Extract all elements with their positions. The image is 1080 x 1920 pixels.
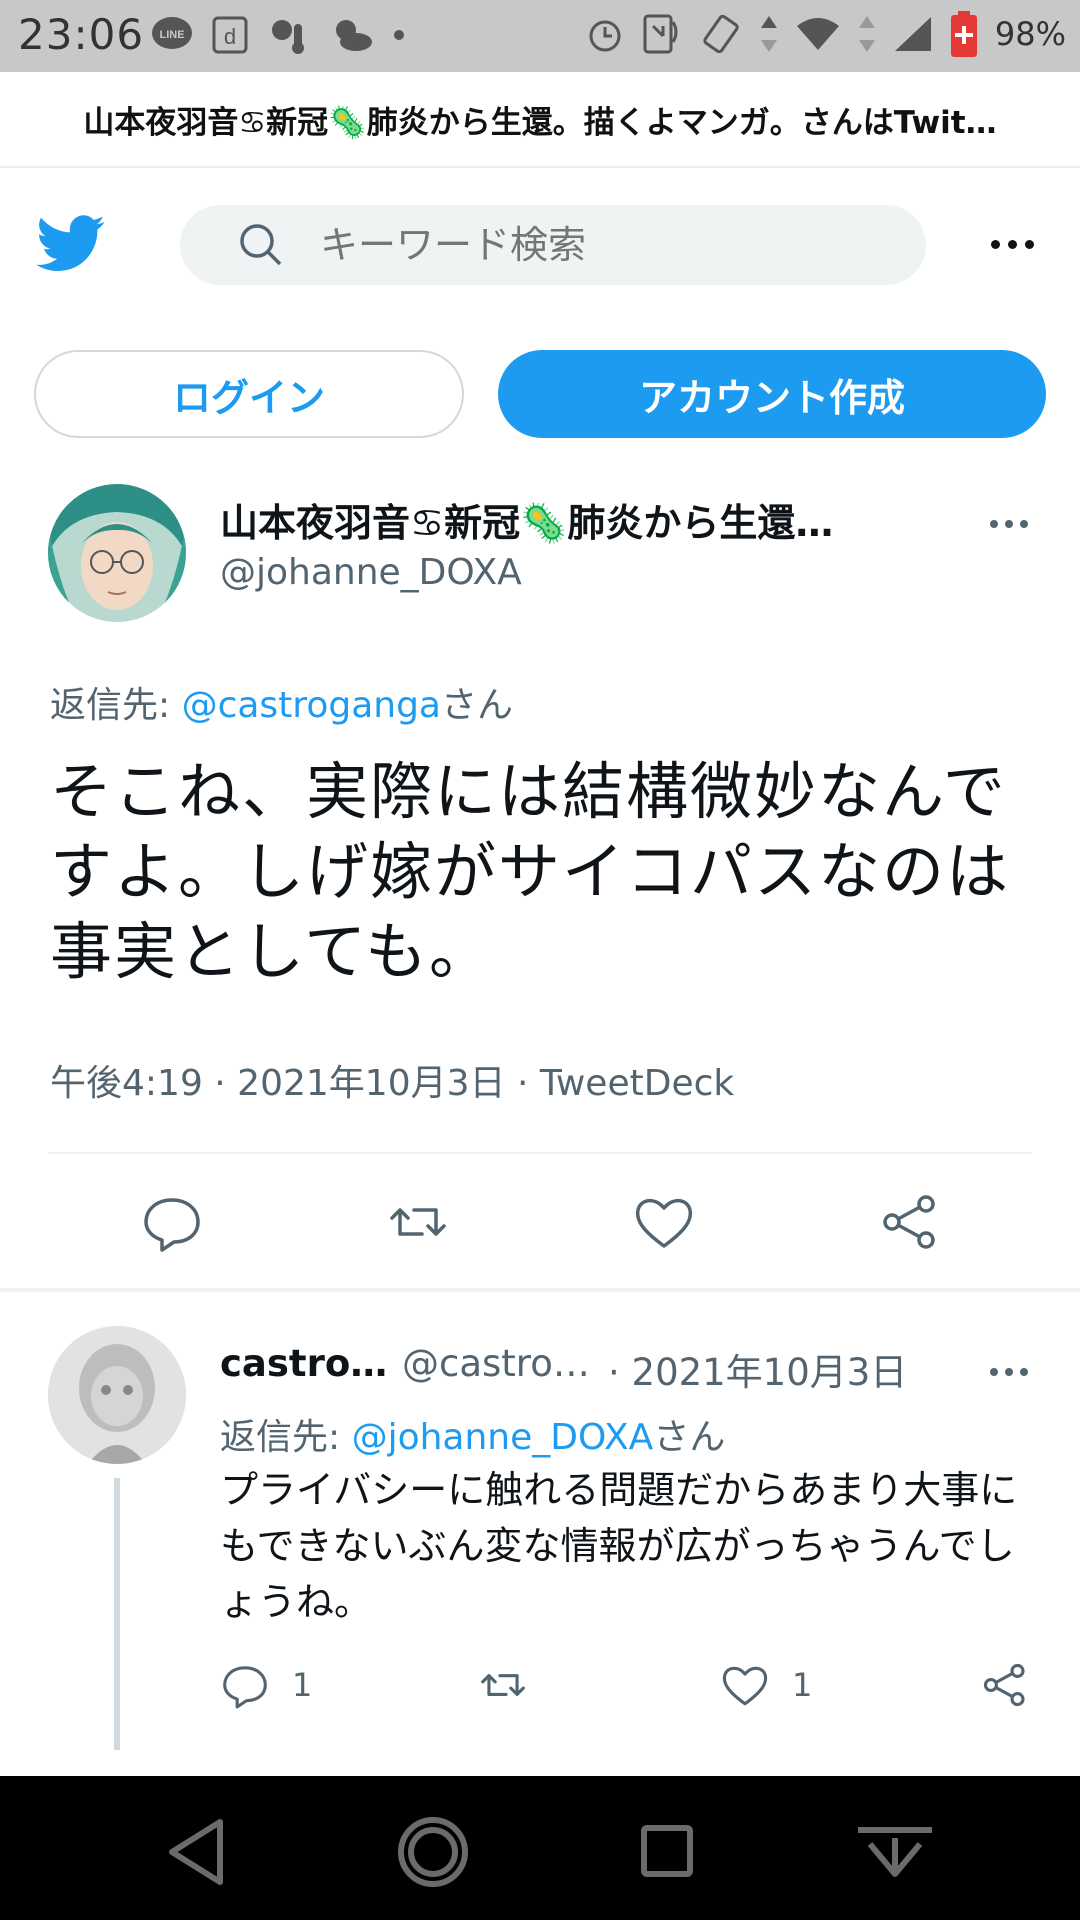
auth-buttons: ログイン アカウント作成 bbox=[0, 348, 1080, 440]
signal-icon bbox=[894, 17, 931, 51]
retweet-icon[interactable] bbox=[386, 1190, 450, 1254]
author-handle[interactable]: @johanne_DOXA bbox=[220, 552, 522, 593]
reply-actions: 1 1 bbox=[0, 1660, 1080, 1720]
recents-icon[interactable] bbox=[622, 1812, 712, 1892]
navigation-bar bbox=[0, 1776, 1080, 1920]
reply-count: 1 bbox=[292, 1666, 313, 1704]
alarm-icon bbox=[589, 20, 621, 52]
status-time: 23:06 bbox=[18, 10, 145, 59]
weather-icon bbox=[336, 20, 372, 51]
search-box[interactable] bbox=[180, 205, 926, 285]
reply-to-mention[interactable]: @johanne_DOXA bbox=[352, 1417, 654, 1458]
reply-like-button[interactable]: 1 bbox=[720, 1660, 812, 1710]
weather-icon bbox=[272, 20, 304, 54]
tweet-more-icon[interactable] bbox=[990, 520, 1028, 528]
dot-icon bbox=[394, 30, 404, 40]
avatar-illustration bbox=[48, 1326, 186, 1464]
tweet-meta[interactable]: 午後4:19 · 2021年10月3日 · TweetDeck bbox=[50, 1054, 734, 1106]
reply-reply-button[interactable]: 1 bbox=[220, 1660, 312, 1710]
status-bar: 23:06 LINE d 98% bbox=[0, 0, 1080, 72]
reply-author-handle[interactable]: @castro… bbox=[402, 1342, 590, 1385]
reply-to-suffix: さん bbox=[653, 1417, 726, 1458]
share-icon bbox=[983, 1663, 1025, 1707]
section-divider bbox=[0, 1288, 1080, 1292]
divider bbox=[48, 1152, 1032, 1154]
rotate-icon bbox=[703, 14, 739, 54]
reply-text: プライバシーに触れる問題だからあまり大事にもできないぶん変な情報が広がっちゃうん… bbox=[220, 1468, 1018, 1624]
more-menu-icon[interactable] bbox=[991, 240, 1034, 249]
reply-to-prefix: 返信先: bbox=[220, 1417, 352, 1458]
reply-to-suffix: さん bbox=[440, 685, 513, 726]
avatar[interactable] bbox=[48, 484, 186, 622]
svg-text:LINE: LINE bbox=[159, 29, 184, 41]
battery-icon bbox=[950, 11, 977, 57]
tweet-actions bbox=[0, 1190, 1080, 1270]
notification-icons: LINE d bbox=[150, 14, 406, 56]
reply-more-icon[interactable] bbox=[990, 1368, 1028, 1376]
retweet-icon bbox=[481, 1674, 525, 1696]
tweet-text: そこね、実際には結構微妙なんですよ。しげ嫁がサイコパスなのは事実としても。 bbox=[50, 755, 1011, 988]
twitter-logo-icon[interactable] bbox=[36, 215, 106, 273]
share-icon[interactable] bbox=[878, 1190, 942, 1254]
header bbox=[0, 170, 1080, 320]
search-icon bbox=[240, 224, 282, 266]
collapse-icon[interactable] bbox=[850, 1812, 940, 1892]
reply-to-prefix: 返信先: bbox=[50, 685, 182, 726]
search-input[interactable] bbox=[320, 223, 840, 267]
login-button[interactable]: ログイン bbox=[34, 350, 464, 438]
system-icons: 98% bbox=[585, 10, 1066, 58]
reply-date[interactable]: · 2021年10月3日 bbox=[608, 1342, 907, 1396]
reply-to-line: 返信先: @johanne_DOXAさん bbox=[220, 1408, 725, 1460]
nfc-icon bbox=[643, 14, 678, 54]
reply-share-button[interactable] bbox=[980, 1660, 1030, 1710]
wifi-icon bbox=[796, 18, 839, 50]
svg-text:d: d bbox=[224, 24, 236, 49]
reply-author-name[interactable]: castro… bbox=[220, 1342, 387, 1385]
like-count: 1 bbox=[792, 1666, 813, 1704]
reply-icon bbox=[223, 1666, 267, 1709]
d-icon: d bbox=[212, 16, 248, 54]
like-icon[interactable] bbox=[632, 1190, 696, 1254]
like-icon bbox=[722, 1666, 768, 1706]
home-icon[interactable] bbox=[388, 1812, 478, 1892]
battery-percent: 98% bbox=[994, 15, 1066, 53]
reply-to-line: 返信先: @castrogangaさん bbox=[50, 676, 513, 728]
line-icon: LINE bbox=[152, 17, 192, 49]
page-title: 山本夜羽音♋新冠🦠肺炎から生還。描くよマンガ。さんはTwit… bbox=[83, 104, 997, 141]
reply-to-mention[interactable]: @castroganga bbox=[182, 685, 441, 726]
reply-retweet-button[interactable] bbox=[476, 1660, 530, 1710]
avatar-illustration bbox=[48, 484, 186, 622]
signup-button[interactable]: アカウント作成 bbox=[498, 350, 1046, 438]
data-arrows-icon bbox=[760, 16, 777, 52]
avatar[interactable] bbox=[48, 1326, 186, 1464]
author-name[interactable]: 山本夜羽音♋新冠🦠肺炎から生還… bbox=[220, 492, 833, 547]
reply-icon[interactable] bbox=[140, 1190, 204, 1254]
data-arrows-icon bbox=[858, 16, 875, 52]
page-title-bar: 山本夜羽音♋新冠🦠肺炎から生還。描くよマンガ。さんはTwit… bbox=[0, 72, 1080, 168]
back-icon[interactable] bbox=[154, 1812, 244, 1892]
